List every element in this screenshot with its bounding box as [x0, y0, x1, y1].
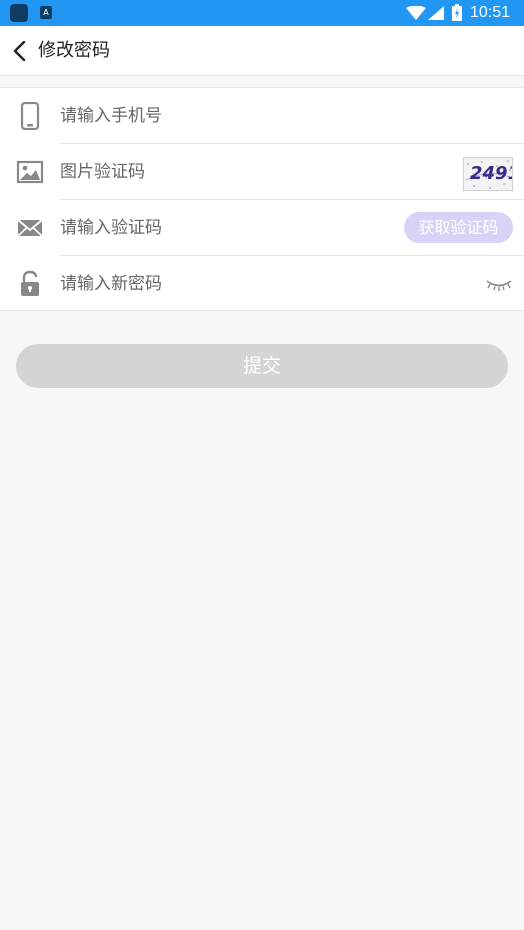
get-code-button[interactable]: 获取验证码 [404, 212, 513, 243]
status-bar: A 10:51 [0, 0, 524, 26]
new-password-input[interactable] [60, 269, 390, 299]
page-title: 修改密码 [38, 40, 110, 61]
wifi-icon [406, 6, 426, 20]
captcha-row: 2491 [0, 144, 524, 200]
battery-icon [452, 4, 462, 21]
password-row [0, 256, 524, 312]
back-button[interactable] [8, 36, 36, 66]
nav-bar: 修改密码 [0, 26, 524, 76]
eye-closed-icon[interactable] [485, 276, 513, 292]
app-icon [10, 4, 28, 22]
lock-icon [21, 270, 39, 296]
password-form: 2491 获取验证码 [0, 87, 524, 311]
status-time: 10:51 [470, 4, 511, 21]
phone-row [0, 88, 524, 144]
captcha-input[interactable] [60, 157, 390, 187]
image-icon [16, 160, 44, 184]
submit-button[interactable]: 提交 [16, 344, 508, 388]
chevron-left-icon [13, 41, 26, 61]
app-icon: A [40, 6, 52, 19]
captcha-image[interactable]: 2491 [463, 157, 513, 191]
phone-input[interactable] [60, 101, 390, 131]
captcha-text: 2491 [470, 163, 512, 184]
signal-icon [428, 6, 444, 20]
sms-code-input[interactable] [60, 213, 390, 243]
phone-icon [20, 102, 40, 130]
mail-icon [17, 219, 43, 237]
sms-code-row: 获取验证码 [0, 200, 524, 256]
